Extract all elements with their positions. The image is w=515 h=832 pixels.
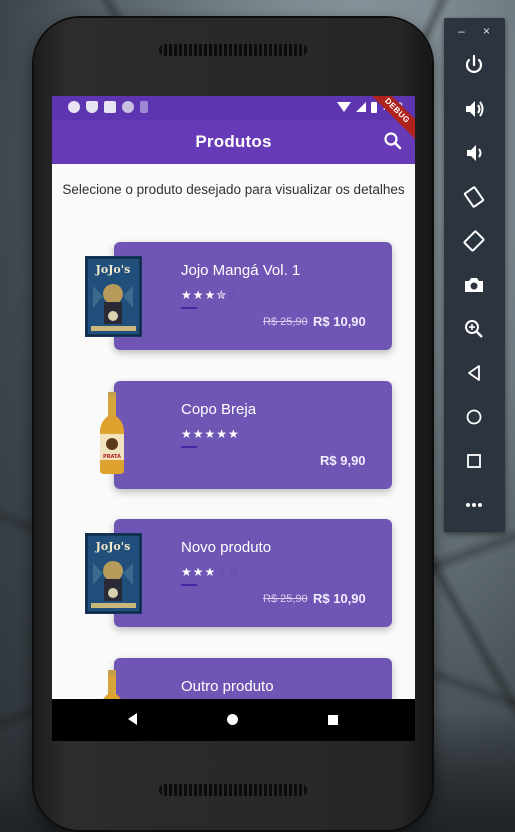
back-button[interactable] [461, 360, 487, 386]
search-button[interactable] [383, 131, 403, 151]
zoom-button[interactable] [461, 316, 487, 342]
screenshot-button[interactable] [461, 272, 487, 298]
signal-icon [355, 102, 366, 112]
accent-underline [181, 446, 197, 448]
volume-down-icon [467, 145, 482, 161]
product-card[interactable]: Copo Breja ★★★★★ R$ 9,90 [114, 381, 392, 489]
accent-underline [181, 307, 197, 309]
manga-cover-image: JoJo's [85, 256, 142, 337]
page-subtitle: Selecione o produto desejado para visual… [62, 182, 405, 197]
product-name: Novo produto [181, 539, 272, 556]
settings-icon [68, 101, 80, 113]
rotate-right-button[interactable] [461, 228, 487, 254]
svg-text:JoJo's: JoJo's [95, 263, 131, 276]
product-card[interactable]: Jojo Mangá Vol. 1 ★★★✮☆ R$ 25,90 R$ 10,9… [114, 242, 392, 350]
sd-card-icon [104, 101, 116, 113]
status-bar: 7:43 [52, 96, 415, 120]
home-button[interactable] [461, 404, 487, 430]
product-image-manga[interactable]: JoJo's [85, 533, 142, 619]
rating-stars: ★★★★★ [181, 427, 240, 441]
home-circle-icon [466, 409, 482, 425]
close-button[interactable]: × [483, 24, 490, 38]
search-icon [384, 132, 402, 150]
volume-up-button[interactable] [461, 96, 487, 122]
sync-icon [122, 101, 134, 113]
svg-text:JoJo's: JoJo's [95, 540, 131, 553]
power-button[interactable] [461, 52, 487, 78]
top-speaker-grille [159, 44, 307, 56]
battery-icon [370, 101, 377, 113]
wifi-icon [336, 102, 351, 112]
rotate-right-icon [463, 230, 485, 252]
product-name: Copo Breja [181, 401, 257, 418]
bottom-speaker-grille [159, 784, 307, 796]
rotate-left-button[interactable] [461, 184, 487, 210]
product-name: Outro produto [181, 678, 274, 695]
product-name: Jojo Mangá Vol. 1 [181, 262, 301, 279]
volume-up-icon [466, 101, 484, 117]
overview-square-icon [467, 454, 481, 468]
old-price: R$ 25,90 [263, 593, 308, 605]
download-icon [140, 101, 148, 113]
system-nav-bar [52, 699, 415, 741]
product-image-manga[interactable]: JoJo's [85, 256, 142, 342]
rating-stars: ★★★✮☆ [181, 288, 240, 302]
page-title: Produtos [195, 132, 272, 151]
product-card[interactable]: Novo produto ★★★☆☆ R$ 25,90 R$ 10,90 [114, 519, 392, 627]
current-price: R$ 10,90 [313, 314, 366, 329]
camera-icon [465, 278, 483, 292]
device-screen: 7:43 Produtos DEBUG Selecione o produto … [52, 96, 415, 741]
phone-frame: 7:43 Produtos DEBUG Selecione o produto … [34, 18, 432, 830]
more-button[interactable] [461, 492, 487, 518]
beer-bottle-image: PRATA [100, 392, 124, 474]
old-price: R$ 25,90 [263, 316, 308, 328]
rotate-left-icon [463, 186, 485, 208]
current-price: R$ 10,90 [313, 591, 366, 606]
product-image-beer[interactable]: PRATA [97, 392, 127, 479]
nav-home-button[interactable] [227, 714, 238, 725]
overview-button[interactable] [461, 448, 487, 474]
power-icon [465, 54, 483, 73]
app-bar: Produtos [52, 120, 415, 164]
emulator-toolbar: – × [444, 18, 505, 532]
rating-stars: ★★★☆☆ [181, 565, 240, 579]
volume-down-button[interactable] [461, 140, 487, 166]
zoom-in-icon [465, 320, 483, 338]
more-dots-icon [466, 503, 482, 507]
nav-recents-button[interactable] [328, 715, 338, 725]
svg-text:PRATA: PRATA [103, 454, 121, 460]
shield-icon [86, 101, 98, 113]
nav-back-button[interactable] [128, 713, 137, 725]
accent-underline [181, 584, 197, 586]
minimize-button[interactable]: – [458, 24, 465, 38]
current-price: R$ 9,90 [320, 453, 366, 468]
manga-cover-image: JoJo's [85, 533, 142, 614]
back-triangle-icon [468, 365, 480, 381]
